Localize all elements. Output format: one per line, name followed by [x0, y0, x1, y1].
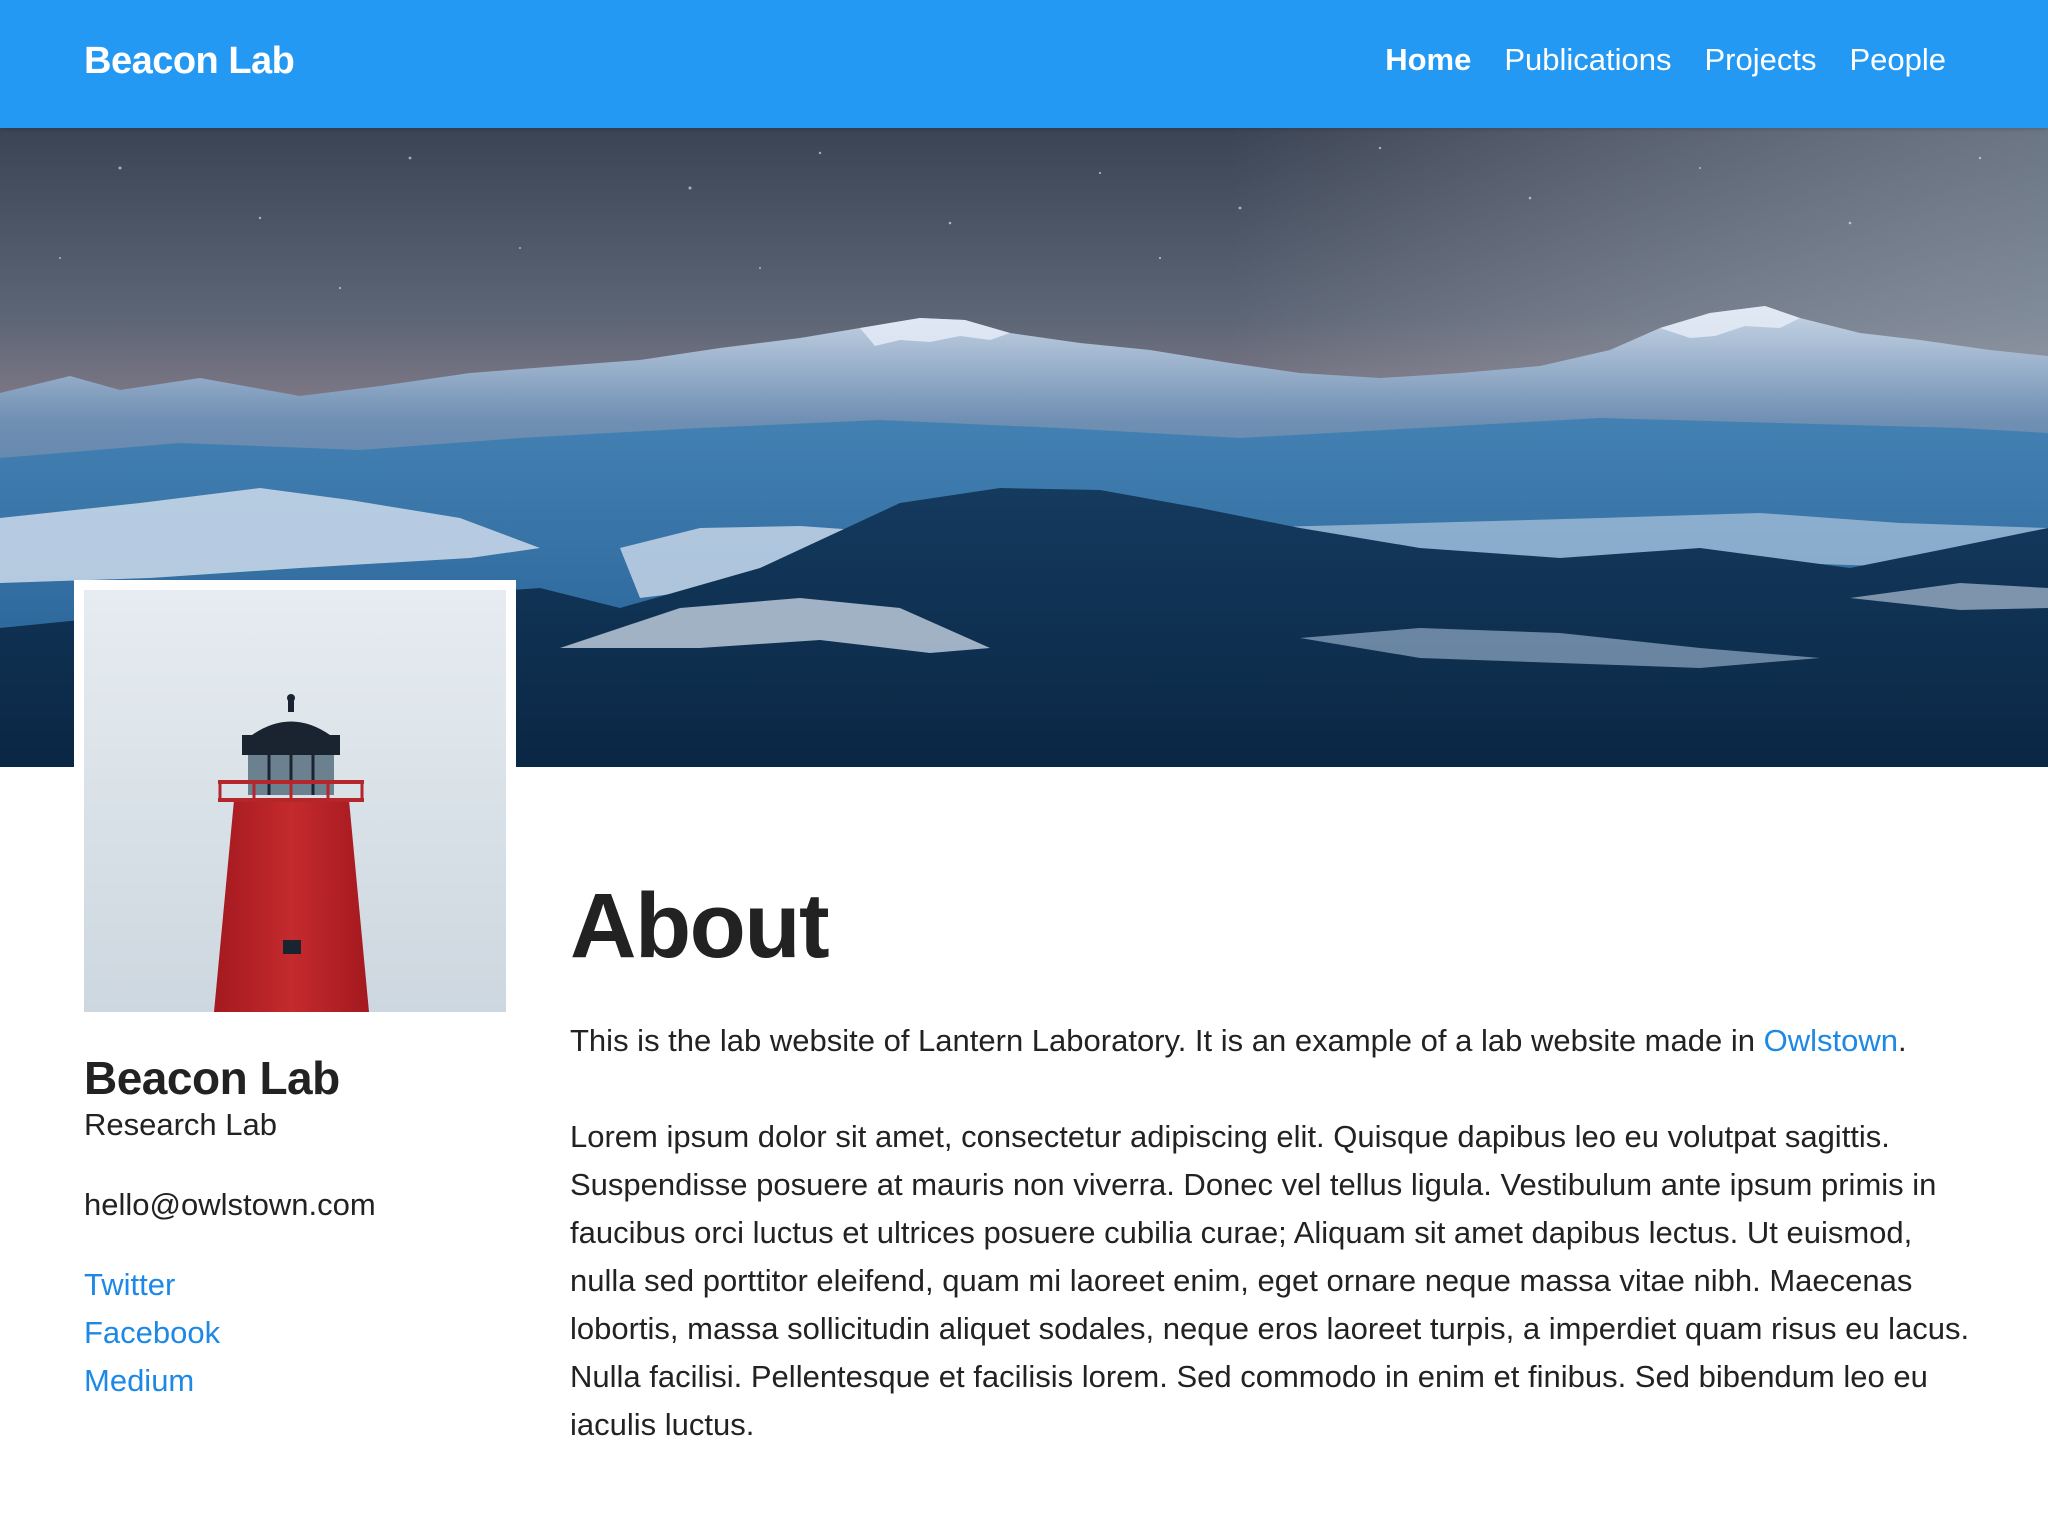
owlstown-link[interactable]: Owlstown	[1764, 1023, 1898, 1058]
main-content: About This is the lab website of Lantern…	[570, 875, 1970, 1449]
intro-period: .	[1897, 1023, 1907, 1059]
medium-link[interactable]: Medium	[84, 1357, 504, 1405]
nav-item-publications[interactable]: Publications	[1504, 42, 1671, 78]
profile-sidebar: Beacon Lab Research Lab hello@owlstown.c…	[84, 1052, 504, 1405]
twitter-link[interactable]: Twitter	[84, 1261, 504, 1309]
profile-photo-frame	[74, 580, 516, 1022]
nav-item-people[interactable]: People	[1849, 42, 1946, 78]
nav-item-projects[interactable]: Projects	[1704, 42, 1816, 78]
body-paragraph: Lorem ipsum dolor sit amet, consectetur …	[570, 1119, 1970, 1443]
top-navbar: Beacon Lab Home Publications Projects Pe…	[0, 0, 2048, 128]
intro-paragraph: This is the lab website of Lantern Labor…	[570, 1017, 1970, 1065]
page-title: About	[570, 875, 830, 977]
social-links: Twitter Facebook Medium	[84, 1261, 504, 1405]
facebook-link[interactable]: Facebook	[84, 1309, 504, 1357]
profile-role: Research Lab	[84, 1106, 278, 1142]
profile-name: Beacon Lab	[84, 1052, 340, 1104]
intro-text: This is the lab website of Lantern Labor…	[570, 1023, 1764, 1059]
lighthouse-profile-photo	[84, 590, 506, 1012]
main-nav: Home Publications Projects People	[1385, 42, 1946, 78]
nav-item-home[interactable]: Home	[1385, 42, 1471, 78]
profile-email: hello@owlstown.com	[84, 1186, 376, 1222]
brand-logo-link[interactable]: Beacon Lab	[84, 40, 295, 83]
